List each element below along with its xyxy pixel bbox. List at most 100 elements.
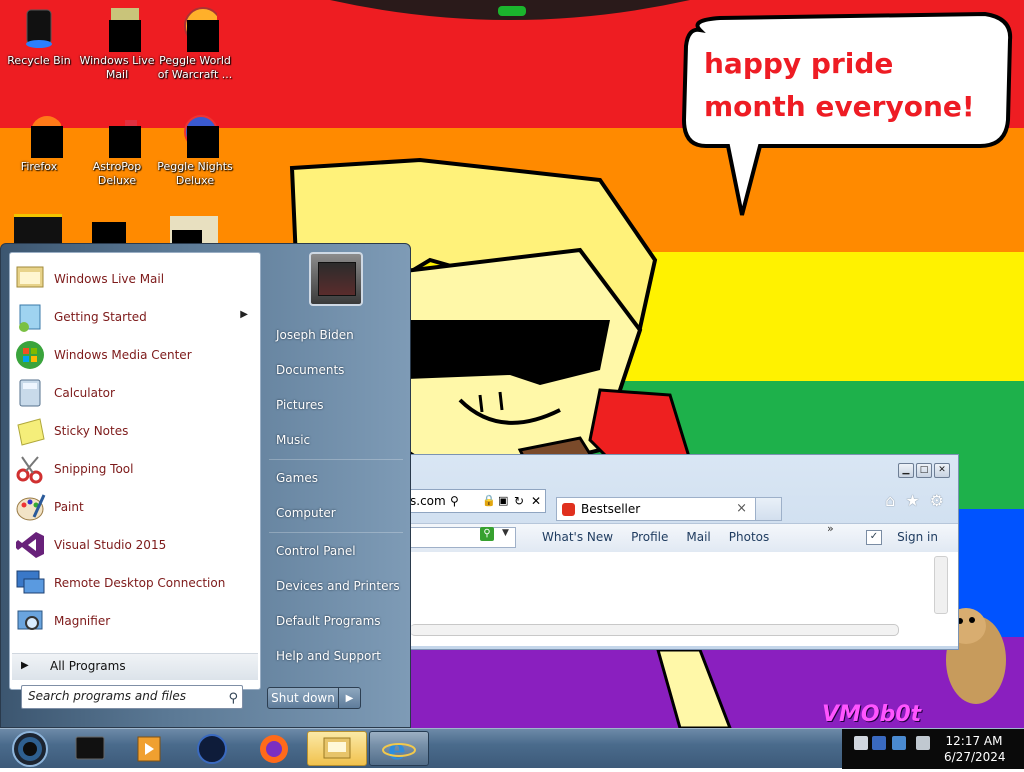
globe-icon xyxy=(197,734,227,764)
search-placeholder: Search programs and files xyxy=(28,689,186,703)
network-icon[interactable] xyxy=(872,736,886,750)
address-search-icon[interactable]: ⚲ xyxy=(450,490,459,512)
shutdown-button[interactable]: Shut down xyxy=(267,687,339,709)
start-item-magnifier[interactable]: Magnifier xyxy=(12,603,258,639)
desktop-icon-astropop[interactable]: AstroPop Deluxe xyxy=(78,112,156,188)
start-item-windows-media-center[interactable]: Windows Media Center xyxy=(12,337,258,373)
start-item-label: Windows Live Mail xyxy=(54,272,165,286)
page-content-area[interactable] xyxy=(410,552,958,646)
start-item-windows-live-mail[interactable]: Windows Live Mail xyxy=(12,261,258,297)
taskbar-pinned-3[interactable] xyxy=(180,731,240,766)
magnifier-icon xyxy=(14,605,46,637)
all-programs-button[interactable]: ▶ All Programs xyxy=(12,653,258,680)
svg-text:e: e xyxy=(388,733,406,765)
desktop-icon-label: AstroPop Deluxe xyxy=(92,160,142,187)
start-item-sticky-notes[interactable]: Sticky Notes xyxy=(12,413,258,449)
link-photos[interactable]: Photos xyxy=(729,530,769,544)
link-profile[interactable]: Profile xyxy=(631,530,668,544)
desktop-icon-recycle-bin[interactable]: Recycle Bin xyxy=(0,6,78,68)
sign-in-link[interactable]: Sign in xyxy=(897,530,938,544)
favorites-star-icon[interactable]: ★ xyxy=(905,491,919,510)
tab-close-icon[interactable]: × xyxy=(736,498,747,520)
show-hidden-icons-icon[interactable] xyxy=(854,736,868,750)
action-center-icon[interactable] xyxy=(892,736,906,750)
desktop-icon-label: Windows Live Mail xyxy=(79,54,155,81)
search-icon[interactable]: ⚲ xyxy=(228,688,238,709)
astropop-icon xyxy=(95,112,141,158)
start-link-pictures[interactable]: Pictures xyxy=(276,398,324,412)
desktop-icon-firefox[interactable]: Firefox xyxy=(0,112,78,174)
start-item-label: Remote Desktop Connection xyxy=(54,576,226,590)
search-go-icon[interactable]: ⚲ xyxy=(480,527,494,541)
vertical-scrollbar[interactable] xyxy=(934,556,948,614)
start-link-documents[interactable]: Documents xyxy=(276,363,344,377)
start-item-visual-studio[interactable]: Visual Studio 2015 xyxy=(12,527,258,563)
start-link-help-support[interactable]: Help and Support xyxy=(276,649,381,663)
taskbar-pinned-1[interactable] xyxy=(60,731,120,766)
user-avatar[interactable] xyxy=(309,252,363,306)
desktop-icon-peggle-wow[interactable]: Peggle World of Warcraft ... xyxy=(156,6,234,82)
start-menu-programs-pane: Windows Live Mail Getting Started ▶ Wind… xyxy=(9,252,261,690)
desktop-icon-partial-3[interactable] xyxy=(170,216,218,244)
start-item-snipping-tool[interactable]: Snipping Tool xyxy=(12,451,258,487)
tools-gear-icon[interactable]: ⚙ xyxy=(930,491,944,510)
address-bar[interactable]: s.com ⚲ 🔒 ▣ ↻ ✕ xyxy=(410,489,546,513)
start-item-label: Paint xyxy=(54,500,84,514)
start-item-paint[interactable]: Paint xyxy=(12,489,258,525)
checkbox-icon[interactable]: ✓ xyxy=(866,530,882,545)
recycle-bin-icon xyxy=(17,6,61,50)
system-clock[interactable]: 12:17 AM 6/27/2024 xyxy=(944,733,1006,765)
start-link-music[interactable]: Music xyxy=(276,433,310,447)
maximize-button[interactable]: □ xyxy=(916,463,932,478)
toolbar-search-input[interactable] xyxy=(410,527,516,548)
start-link-default-programs[interactable]: Default Programs xyxy=(276,614,381,628)
stop-icon[interactable]: ✕ xyxy=(531,490,541,512)
start-link-control-panel[interactable]: Control Panel xyxy=(276,544,356,558)
taskbar-pinned-firefox[interactable] xyxy=(242,731,302,766)
start-link-devices-printers[interactable]: Devices and Printers xyxy=(276,579,400,593)
shutdown-options-icon[interactable]: ▶ xyxy=(339,687,361,709)
taskbar-ie-button[interactable]: e xyxy=(369,731,429,766)
close-button[interactable]: ✕ xyxy=(934,463,950,478)
taskbar-explorer-button[interactable] xyxy=(307,731,367,766)
start-menu: Windows Live Mail Getting Started ▶ Wind… xyxy=(0,243,411,728)
chevron-down-icon[interactable]: ▼ xyxy=(502,528,509,538)
media-center-icon xyxy=(14,339,46,371)
start-orb-button[interactable] xyxy=(4,729,52,769)
compat-view-icon[interactable]: ▣ xyxy=(498,490,508,512)
peggle-nights-icon xyxy=(173,112,219,158)
horizontal-scrollbar[interactable] xyxy=(410,624,899,636)
start-link-computer[interactable]: Computer xyxy=(276,506,336,520)
more-chevron-icon[interactable]: » xyxy=(827,522,834,535)
minimize-button[interactable]: ▁ xyxy=(898,463,914,478)
internet-explorer-icon: e xyxy=(382,733,416,766)
internet-explorer-window[interactable]: ▁ □ ✕ s.com ⚲ 🔒 ▣ ↻ ✕ Bestseller × ⌂ ★ ⚙… xyxy=(410,454,959,650)
start-item-calculator[interactable]: Calculator xyxy=(12,375,258,411)
link-whats-new[interactable]: What's New xyxy=(542,530,613,544)
mail-icon xyxy=(14,263,46,295)
desktop-icon-partial-2[interactable] xyxy=(92,222,126,244)
home-icon[interactable]: ⌂ xyxy=(885,491,895,510)
explorer-folder-icon xyxy=(323,737,351,759)
desktop-icon-windows-live-mail[interactable]: Windows Live Mail xyxy=(78,6,156,82)
refresh-icon[interactable]: ↻ xyxy=(514,490,524,512)
start-item-getting-started[interactable]: Getting Started ▶ xyxy=(12,299,258,335)
volume-icon[interactable] xyxy=(916,736,930,750)
start-item-label: Sticky Notes xyxy=(54,424,129,438)
window-controls: ▁ □ ✕ xyxy=(898,463,950,478)
desktop-icon-peggle-nights[interactable]: Peggle Nights Deluxe xyxy=(156,112,234,188)
start-item-label: Getting Started xyxy=(54,310,147,324)
desktop-icon-label: Peggle Nights Deluxe xyxy=(157,160,233,187)
lock-icon[interactable]: 🔒 xyxy=(482,490,496,512)
link-mail[interactable]: Mail xyxy=(686,530,710,544)
start-item-label: Calculator xyxy=(54,386,115,400)
start-link-user[interactable]: Joseph Biden xyxy=(276,328,354,342)
taskbar-pinned-2[interactable] xyxy=(120,731,180,766)
firefox-icon xyxy=(260,735,288,763)
start-item-remote-desktop[interactable]: Remote Desktop Connection xyxy=(12,565,258,601)
peggle-icon xyxy=(173,6,222,52)
start-search-input[interactable]: Search programs and files ⚲ xyxy=(21,685,243,709)
browser-tab[interactable]: Bestseller × xyxy=(556,497,756,521)
new-tab-button[interactable] xyxy=(756,497,782,521)
start-link-games[interactable]: Games xyxy=(276,471,318,485)
